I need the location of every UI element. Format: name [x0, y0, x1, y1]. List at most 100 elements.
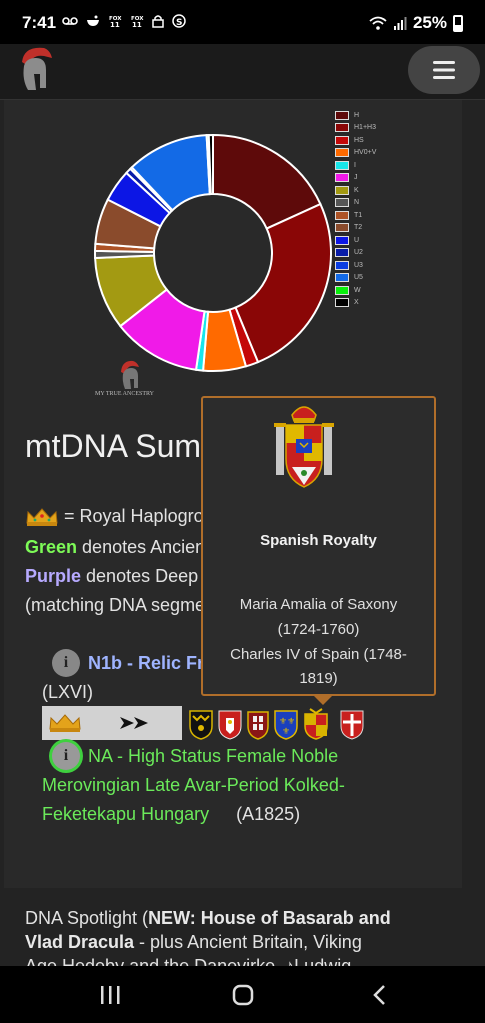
legend-item: N — [335, 197, 376, 210]
legend-item: H — [335, 109, 376, 122]
match-2-line-1[interactable]: NA - High Status Female Noble — [88, 746, 338, 767]
legend-swatch — [335, 135, 349, 145]
match-2-line-2[interactable]: Merovingian Late Avar-Period Kolked- — [42, 775, 345, 796]
legend-label: K — [354, 186, 359, 194]
legend-label: U — [354, 236, 360, 244]
legend-item: W — [335, 284, 376, 297]
match-1-code: (LXVI) — [42, 682, 94, 702]
system-status: 25% — [369, 13, 463, 33]
legend-item: U3 — [335, 259, 376, 272]
legend-label: X — [354, 299, 359, 307]
notification-icons: FOX 11 FOX 11 S — [62, 14, 186, 28]
coat-of-arms-icon[interactable] — [302, 708, 330, 740]
badge-bar[interactable] — [42, 706, 182, 740]
spanish-coat-of-arms-icon — [274, 406, 334, 488]
back-icon[interactable] — [368, 984, 392, 1006]
wifi-icon — [369, 16, 387, 30]
legend-swatch — [335, 110, 349, 120]
legend-swatch — [335, 260, 349, 270]
popover-person-1: Maria Amalia of Saxony — [239, 596, 398, 613]
match-2-line-3[interactable]: Feketekapu Hungary (A1825) — [42, 804, 300, 825]
svg-text:S: S — [176, 18, 182, 28]
watermark-text: MY TRUE ANCESTRY — [95, 391, 155, 397]
double-arrow-icon — [120, 717, 148, 729]
info-icon[interactable]: i — [52, 742, 80, 770]
legend-item: J — [335, 172, 376, 185]
shazam-icon: S — [172, 14, 186, 28]
legend-item: HS — [335, 134, 376, 147]
popover-person-1-years: (1724-1760) — [277, 621, 360, 638]
legend-label: W — [354, 286, 361, 294]
legend-label: T1 — [354, 211, 363, 219]
legend-item: U2 — [335, 247, 376, 260]
legend-label: HS — [354, 136, 364, 144]
clock: 7:41 — [22, 13, 57, 32]
top-nav — [0, 44, 485, 100]
legend-label: H1+H3 — [354, 124, 376, 132]
haplogroup-donut-chart — [94, 133, 332, 372]
coat-of-arms-icon[interactable] — [187, 708, 215, 740]
spotlight-bold-1: NEW: House of Basarab and — [148, 908, 391, 928]
recents-icon[interactable] — [98, 984, 122, 1006]
royalty-popover[interactable]: Spanish Royalty Maria Amalia of Saxony (… — [201, 396, 436, 705]
legend-item: T1 — [335, 209, 376, 222]
svg-text:11: 11 — [110, 21, 120, 28]
legend-swatch — [335, 285, 349, 295]
legend-swatch — [335, 160, 349, 170]
coat-of-arms-icon[interactable] — [216, 708, 244, 740]
legend-item: H1+H3 — [335, 122, 376, 135]
popover-person-2: Charles IV of Spain (1748- — [230, 646, 407, 663]
spotlight-bold-2: Vlad Dracula — [25, 932, 135, 952]
battery-percent: 25% — [412, 13, 447, 32]
svg-text:⚜: ⚜ — [282, 727, 290, 737]
legend-label: HV0+V — [354, 149, 377, 157]
legend-item: I — [335, 159, 376, 172]
hamburger-icon — [433, 61, 455, 79]
legend-item: U5 — [335, 272, 376, 285]
legend-swatch — [335, 235, 349, 245]
legend-swatch — [335, 210, 349, 220]
popover-person-2-years: 1819) — [299, 670, 338, 687]
info-icon[interactable]: i — [52, 649, 80, 677]
svg-text:11: 11 — [132, 21, 142, 28]
legend-label: N — [354, 199, 360, 207]
legend-label: T2 — [354, 224, 363, 232]
green-label: Green — [25, 537, 78, 557]
voicemail-icon — [62, 17, 78, 25]
battery-icon — [453, 14, 463, 32]
coat-of-arms-icon[interactable] — [338, 708, 366, 740]
legend-swatch — [335, 198, 349, 208]
legend-swatch — [335, 148, 349, 158]
crown-icon — [26, 508, 58, 527]
legend-swatch — [335, 273, 349, 283]
signal-icon — [393, 17, 407, 30]
legend-swatch — [335, 173, 349, 183]
legend-item: HV0+V — [335, 147, 376, 160]
crown-icon — [49, 714, 81, 732]
legend-item: T2 — [335, 222, 376, 235]
donut-slice-h1-h3[interactable] — [234, 202, 332, 364]
status-bar: 7:41 FOX 11 FOX 11 S 25% — [0, 0, 485, 44]
svg-text:⚜⚜: ⚜⚜ — [279, 717, 295, 727]
legend-swatch — [335, 123, 349, 133]
spotlight-lead: DNA Spotlight ( — [25, 908, 149, 928]
legend-label: U5 — [354, 274, 363, 282]
legend-item: U — [335, 234, 376, 247]
legend-item: K — [335, 184, 376, 197]
legend-label: I — [354, 161, 356, 169]
fox-icon: FOX11 — [131, 16, 144, 28]
spartan-helmet-logo[interactable] — [14, 44, 56, 96]
legend-label: U3 — [354, 261, 363, 269]
coat-of-arms-icon[interactable] — [244, 708, 272, 740]
match-row-2[interactable]: i NA - High Status Female Noble — [52, 742, 338, 770]
legend-label: U2 — [354, 249, 363, 257]
spotlight-rest-1: - plus Ancient Britain, Viking — [134, 932, 362, 952]
popover-title: Spanish Royalty — [260, 532, 377, 549]
bowl-icon — [87, 15, 99, 26]
match-2-code: (A1825) — [236, 804, 301, 824]
purple-label: Purple — [25, 566, 82, 586]
coat-of-arms-icon[interactable]: ⚜⚜⚜ — [272, 708, 300, 740]
home-icon[interactable] — [231, 984, 255, 1006]
legend-item: X — [335, 297, 376, 310]
menu-button[interactable] — [408, 46, 480, 94]
